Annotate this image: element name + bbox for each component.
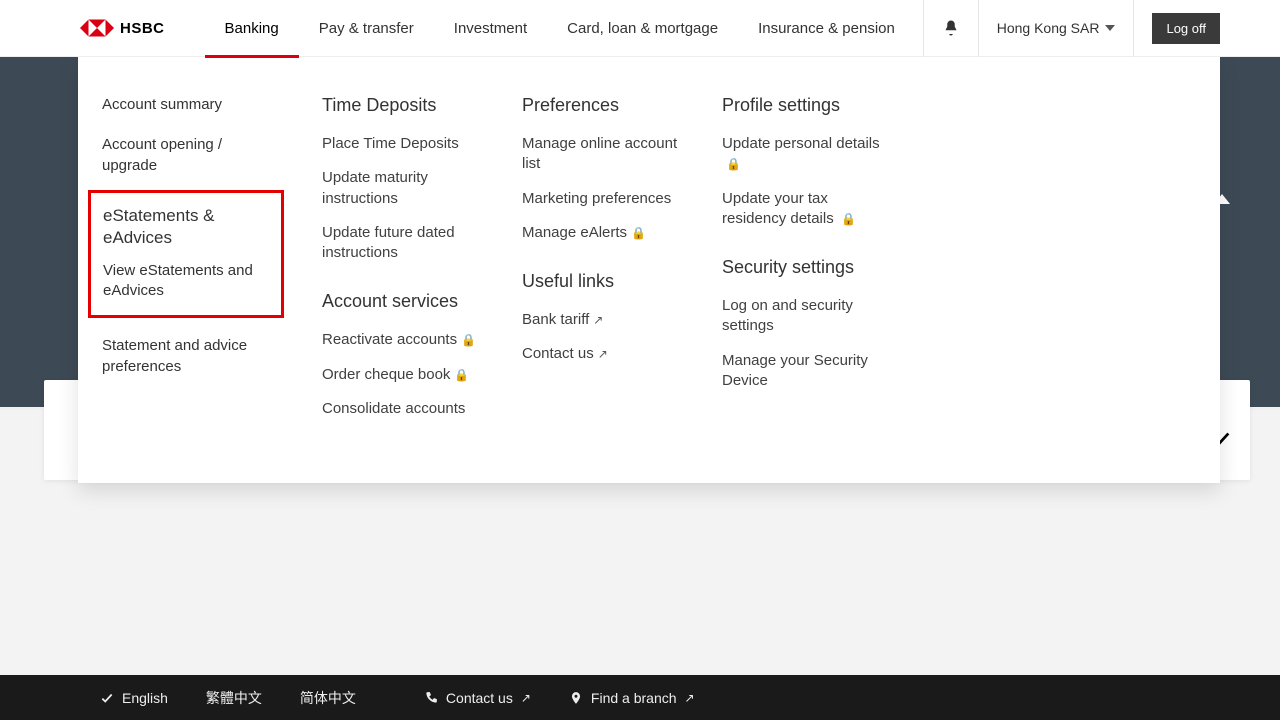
bell-icon: [942, 19, 960, 37]
brand-text: HSBC: [120, 20, 165, 37]
lang-english[interactable]: English: [100, 690, 168, 706]
link-consolidate-accounts[interactable]: Consolidate accounts: [322, 399, 478, 419]
check-icon: [100, 691, 114, 705]
link-update-maturity[interactable]: Update maturity instructions: [322, 168, 478, 209]
heading-security-settings: Security settings: [722, 257, 888, 278]
highlight-estatements: eStatements & eAdvices View eStatements …: [88, 190, 284, 319]
phone-icon: [424, 691, 438, 705]
region-label: Hong Kong SAR: [997, 20, 1100, 36]
lock-icon: 🔒: [726, 157, 741, 171]
link-update-tax-residency[interactable]: Update your tax residency details 🔒: [722, 189, 888, 230]
heading-estatements: eStatements & eAdvices: [103, 205, 269, 249]
link-manage-online-account-list[interactable]: Manage online account list: [522, 134, 678, 175]
footer-contact-us[interactable]: Contact us ↗: [424, 690, 531, 706]
link-marketing-preferences[interactable]: Marketing preferences: [522, 189, 678, 209]
link-update-future-dated[interactable]: Update future dated instructions: [322, 223, 478, 264]
nav-investment[interactable]: Investment: [434, 0, 547, 57]
link-contact-us[interactable]: Contact us↗: [522, 344, 678, 364]
notifications-button[interactable]: [924, 0, 978, 57]
external-link-icon: ↗: [593, 313, 603, 327]
lock-icon: 🔒: [454, 368, 469, 382]
nav-insurance-pension[interactable]: Insurance & pension: [738, 0, 915, 57]
link-bank-tariff[interactable]: Bank tariff↗: [522, 310, 678, 330]
lang-traditional-chinese[interactable]: 繁體中文: [206, 688, 262, 708]
logoff-button[interactable]: Log off: [1152, 13, 1220, 44]
mega-column-time-deposits: Time Deposits Place Time Deposits Update…: [298, 95, 498, 447]
link-statement-advice-preferences[interactable]: Statement and advice preferences: [102, 336, 278, 377]
link-place-time-deposits[interactable]: Place Time Deposits: [322, 134, 478, 154]
chevron-down-icon: [1105, 20, 1115, 36]
heading-useful-links: Useful links: [522, 271, 678, 292]
external-link-icon: ↗: [521, 691, 531, 705]
mega-column-accounts: Account summary Account opening / upgrad…: [78, 95, 298, 447]
link-manage-ealerts[interactable]: Manage eAlerts🔒: [522, 223, 678, 243]
nav-card-loan-mortgage[interactable]: Card, loan & mortgage: [547, 0, 738, 57]
primary-nav: Banking Pay & transfer Investment Card, …: [205, 0, 915, 57]
lock-icon: 🔒: [838, 212, 856, 226]
link-view-estatements[interactable]: View eStatements and eAdvices: [103, 261, 269, 302]
link-update-personal-details[interactable]: Update personal details🔒: [722, 134, 888, 175]
pin-icon: [569, 691, 583, 705]
mega-column-profile: Profile settings Update personal details…: [698, 95, 908, 447]
nav-pay-transfer[interactable]: Pay & transfer: [299, 0, 434, 57]
link-order-cheque-book[interactable]: Order cheque book🔒: [322, 365, 478, 385]
external-link-icon: ↗: [598, 347, 608, 361]
footer-find-branch[interactable]: Find a branch ↗: [569, 690, 695, 706]
link-manage-security-device[interactable]: Manage your Security Device: [722, 351, 888, 392]
logoff-wrap: Log off: [1134, 0, 1280, 57]
heading-profile-settings: Profile settings: [722, 95, 888, 116]
header-right: Hong Kong SAR Log off: [923, 0, 1280, 57]
external-link-icon: ↗: [685, 691, 695, 705]
lock-icon: 🔒: [461, 333, 476, 347]
heading-preferences: Preferences: [522, 95, 678, 116]
nav-banking[interactable]: Banking: [205, 0, 299, 57]
link-account-summary[interactable]: Account summary: [102, 95, 278, 115]
link-reactivate-accounts[interactable]: Reactivate accounts🔒: [322, 330, 478, 350]
brand-logo[interactable]: HSBC: [80, 19, 165, 37]
heading-account-services: Account services: [322, 291, 478, 312]
hsbc-logo-icon: [80, 19, 114, 37]
region-selector[interactable]: Hong Kong SAR: [979, 0, 1134, 57]
heading-time-deposits: Time Deposits: [322, 95, 478, 116]
lang-simplified-chinese[interactable]: 简体中文: [300, 688, 356, 708]
mega-column-preferences: Preferences Manage online account list M…: [498, 95, 698, 447]
link-account-opening-upgrade[interactable]: Account opening / upgrade: [102, 135, 278, 176]
banking-mega-menu: Account summary Account opening / upgrad…: [78, 57, 1220, 483]
top-header: HSBC Banking Pay & transfer Investment C…: [0, 0, 1280, 57]
lock-icon: 🔒: [631, 226, 646, 240]
link-logon-security-settings[interactable]: Log on and security settings: [722, 296, 888, 337]
footer-bar: English 繁體中文 简体中文 Contact us ↗ Find a br…: [0, 675, 1280, 720]
